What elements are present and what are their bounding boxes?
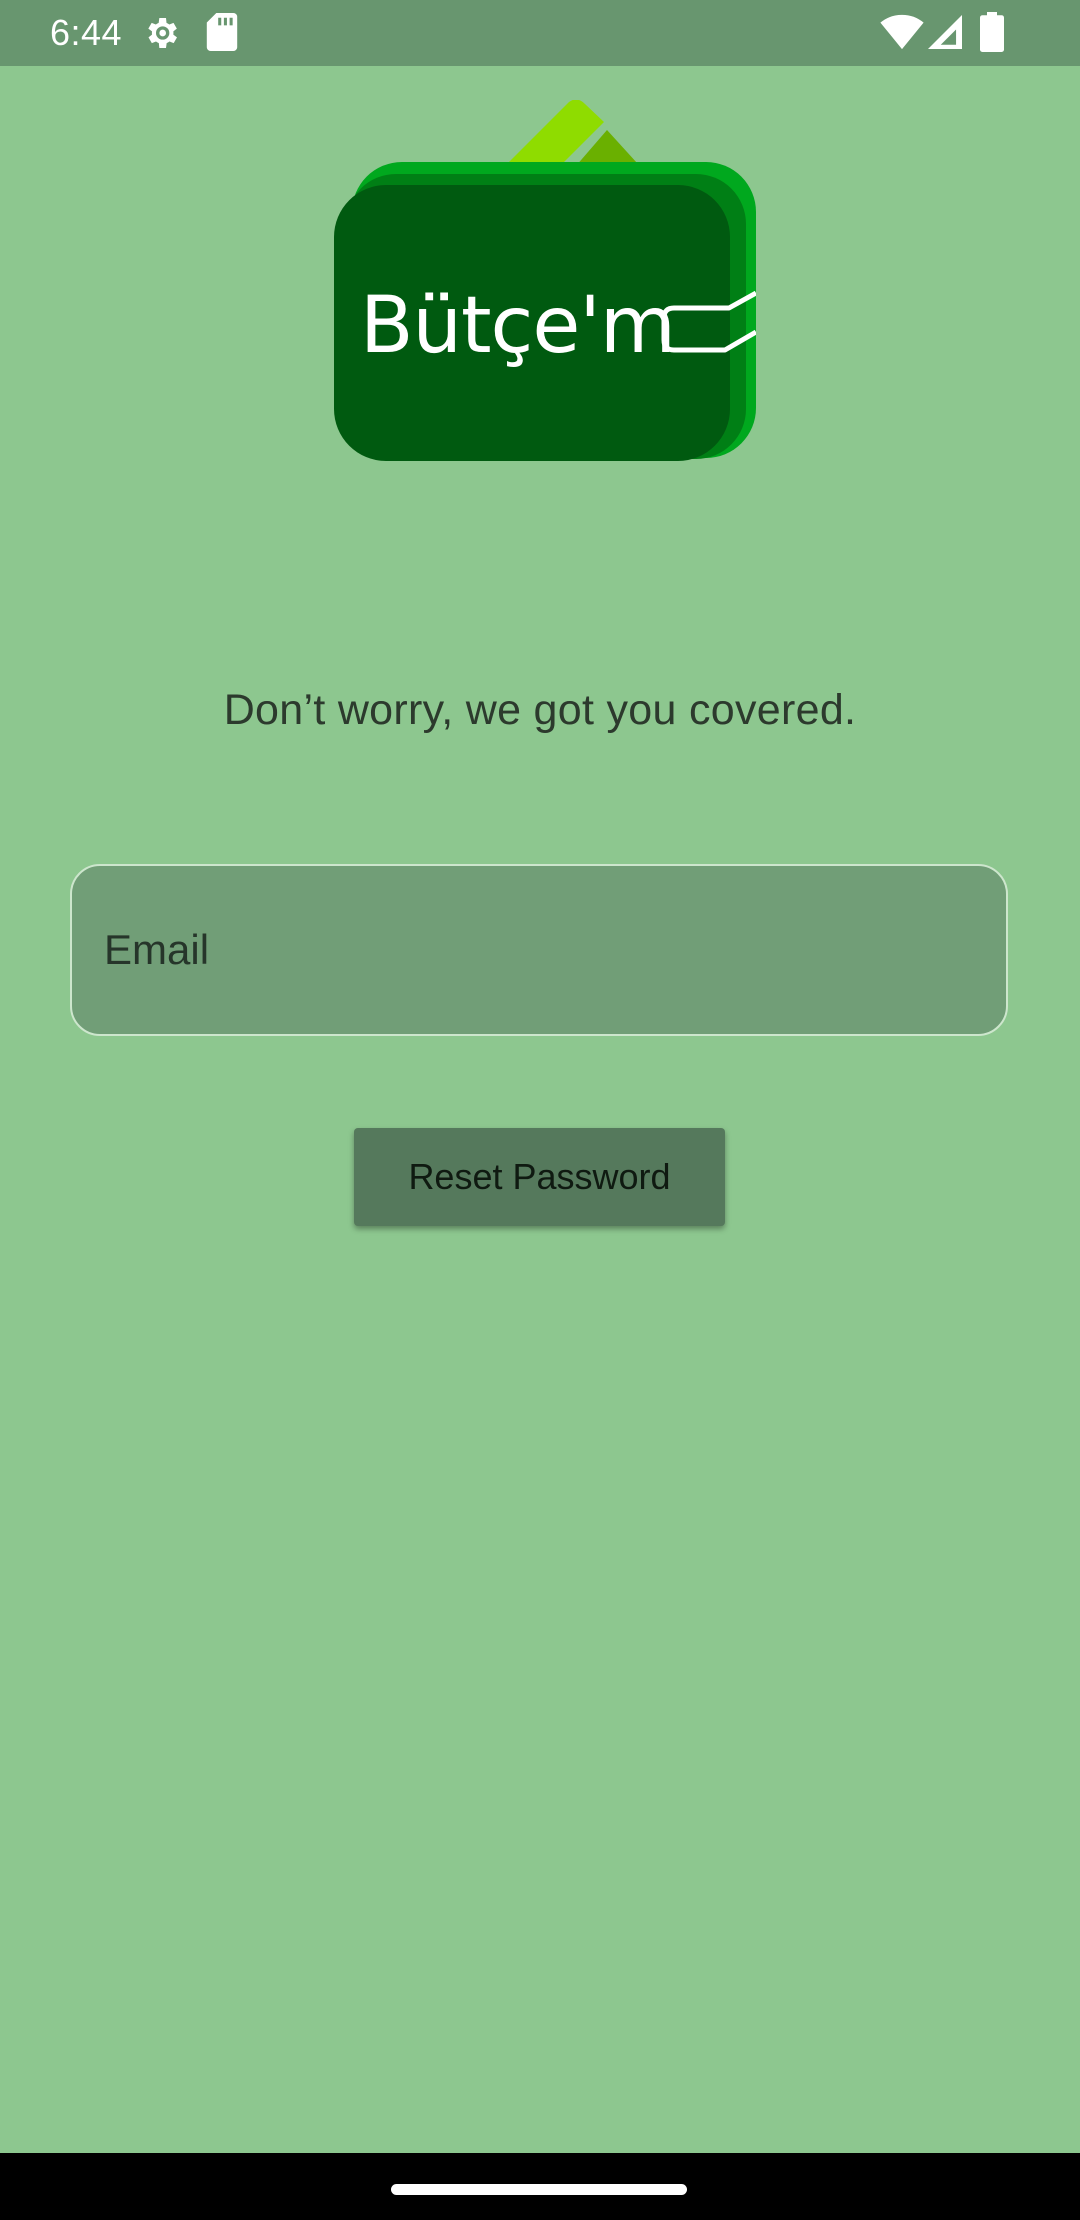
navigation-bar [0, 2153, 1080, 2220]
tagline-text: Don’t worry, we got you covered. [223, 686, 857, 734]
battery-icon [980, 12, 1004, 52]
sd-card-icon [206, 13, 238, 51]
logo-text: Bütçe'm [360, 281, 675, 371]
signal-icon [928, 15, 962, 49]
email-field[interactable] [70, 864, 1008, 1036]
reset-password-button[interactable]: Reset Password [354, 1128, 725, 1226]
email-input[interactable] [72, 866, 1006, 1034]
status-bar: 6:44 [0, 0, 1080, 66]
home-gesture-handle[interactable] [391, 2184, 687, 2195]
settings-icon [148, 18, 177, 48]
app-logo: Bütçe'm [334, 100, 756, 461]
status-time: 6:44 [50, 12, 123, 53]
wifi-icon [880, 14, 924, 50]
